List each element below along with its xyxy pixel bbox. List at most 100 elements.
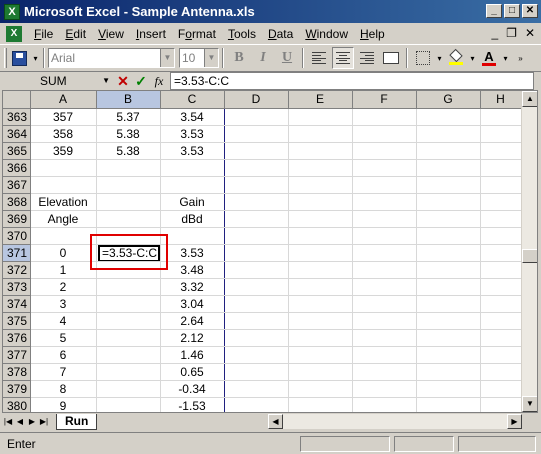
cell-c375[interactable]: 2.64 — [159, 312, 225, 330]
cell-d377[interactable] — [224, 346, 289, 364]
minimize-button[interactable]: _ — [486, 4, 502, 18]
toolbar-grip[interactable] — [4, 48, 7, 68]
prev-sheet-icon[interactable]: ◀ — [14, 417, 26, 426]
cell-b375[interactable] — [96, 312, 161, 330]
cell-h365[interactable] — [480, 142, 522, 160]
formula-input[interactable]: =3.53-C:C — [170, 72, 534, 90]
fill-color-button[interactable] — [445, 47, 467, 69]
cell-b371[interactable]: =3.53-C:C — [96, 244, 161, 262]
cell-a380[interactable]: 9 — [30, 397, 97, 412]
cell-g378[interactable] — [416, 363, 481, 381]
cell-f369[interactable] — [352, 210, 417, 228]
chevron-down-icon[interactable]: ▼ — [160, 49, 174, 67]
align-right-button[interactable] — [356, 47, 378, 69]
font-size-combo[interactable]: 10 ▼ — [179, 48, 219, 68]
cell-b379[interactable] — [96, 380, 161, 398]
cell-d373[interactable] — [224, 278, 289, 296]
close-window-button[interactable]: ✕ — [522, 4, 538, 18]
cell-g365[interactable] — [416, 142, 481, 160]
cell-e372[interactable] — [288, 261, 353, 279]
cell-c372[interactable]: 3.48 — [159, 261, 225, 279]
cell-c365[interactable]: 3.53 — [159, 142, 225, 160]
cell-f365[interactable] — [352, 142, 417, 160]
cell-e371[interactable] — [288, 244, 353, 262]
cell-g373[interactable] — [416, 278, 481, 296]
cell-f380[interactable] — [352, 397, 417, 412]
row-header[interactable]: 372 — [3, 261, 31, 279]
menu-file[interactable]: File — [28, 27, 59, 41]
cell-a371[interactable]: 0 — [30, 244, 97, 262]
row-header[interactable]: 368 — [3, 193, 31, 211]
cell-b380[interactable] — [96, 397, 161, 412]
column-header-g[interactable]: G — [416, 91, 481, 109]
cell-f378[interactable] — [352, 363, 417, 381]
cell-b368[interactable] — [96, 193, 161, 211]
first-sheet-icon[interactable]: |◀ — [2, 417, 14, 426]
cell-c374[interactable]: 3.04 — [159, 295, 225, 313]
cell-a369[interactable]: Angle — [30, 210, 97, 228]
row-header[interactable]: 379 — [3, 380, 31, 398]
last-sheet-icon[interactable]: ▶| — [38, 417, 50, 426]
cell-g379[interactable] — [416, 380, 481, 398]
cell-d376[interactable] — [224, 329, 289, 347]
merge-center-button[interactable] — [380, 47, 402, 69]
cell-c379[interactable]: -0.34 — [159, 380, 225, 398]
toolbar-overflow-icon[interactable]: » — [516, 54, 525, 63]
cell-d366[interactable] — [224, 159, 289, 177]
cell-f375[interactable] — [352, 312, 417, 330]
cell-e375[interactable] — [288, 312, 353, 330]
active-cell-editor[interactable]: =3.53-C:C — [97, 244, 159, 260]
align-left-button[interactable] — [308, 47, 330, 69]
cell-b369[interactable] — [96, 210, 161, 228]
font-color-button[interactable]: A — [478, 47, 500, 69]
cell-d365[interactable] — [224, 142, 289, 160]
cell-e379[interactable] — [288, 380, 353, 398]
scroll-down-icon[interactable]: ▼ — [522, 396, 537, 412]
cell-h379[interactable] — [480, 380, 522, 398]
cell-b364[interactable]: 5.38 — [96, 125, 161, 143]
row-header[interactable]: 367 — [3, 176, 31, 194]
cell-c368[interactable]: Gain — [159, 193, 225, 211]
cell-e377[interactable] — [288, 346, 353, 364]
menu-insert[interactable]: Insert — [130, 27, 172, 41]
cell-d379[interactable] — [224, 380, 289, 398]
row-header[interactable]: 370 — [3, 227, 31, 245]
cell-b377[interactable] — [96, 346, 161, 364]
cell-f368[interactable] — [352, 193, 417, 211]
cell-h371[interactable] — [480, 244, 522, 262]
column-header-h[interactable]: H — [480, 91, 522, 109]
cell-g377[interactable] — [416, 346, 481, 364]
cell-h368[interactable] — [480, 193, 522, 211]
cell-d363[interactable] — [224, 108, 289, 126]
menu-tools[interactable]: Tools — [222, 27, 262, 41]
row-header[interactable]: 373 — [3, 278, 31, 296]
cell-g366[interactable] — [416, 159, 481, 177]
cell-d369[interactable] — [224, 210, 289, 228]
cell-d380[interactable] — [224, 397, 289, 412]
cell-f371[interactable] — [352, 244, 417, 262]
cell-a364[interactable]: 358 — [30, 125, 97, 143]
borders-button[interactable] — [412, 47, 434, 69]
cell-e376[interactable] — [288, 329, 353, 347]
cell-g372[interactable] — [416, 261, 481, 279]
cell-e364[interactable] — [288, 125, 353, 143]
select-all-corner[interactable] — [3, 91, 31, 109]
cell-h369[interactable] — [480, 210, 522, 228]
cell-g380[interactable] — [416, 397, 481, 412]
cell-c369[interactable]: dBd — [159, 210, 225, 228]
font-name-combo[interactable]: Arial ▼ — [48, 48, 175, 68]
cell-d364[interactable] — [224, 125, 289, 143]
row-header[interactable]: 380 — [3, 397, 31, 412]
cell-b366[interactable] — [96, 159, 161, 177]
row-header[interactable]: 378 — [3, 363, 31, 381]
cell-g364[interactable] — [416, 125, 481, 143]
row-header[interactable]: 366 — [3, 159, 31, 177]
scroll-up-icon[interactable]: ▲ — [522, 91, 537, 107]
cell-c378[interactable]: 0.65 — [159, 363, 225, 381]
cell-g367[interactable] — [416, 176, 481, 194]
maximize-button[interactable]: □ — [504, 4, 520, 18]
underline-button[interactable]: U — [276, 47, 298, 69]
cell-c363[interactable]: 3.54 — [159, 108, 225, 126]
row-header[interactable]: 363 — [3, 108, 31, 126]
cell-d375[interactable] — [224, 312, 289, 330]
